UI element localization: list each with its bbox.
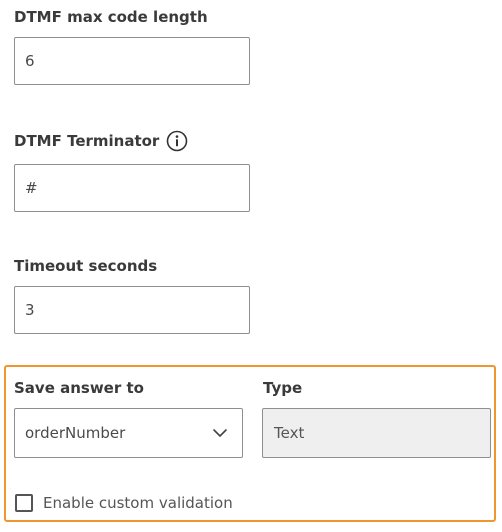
type-label: Type	[263, 379, 303, 397]
save-answer-selected-value: orderNumber	[25, 424, 126, 442]
custom-validation-checkbox[interactable]	[15, 494, 33, 512]
timeout-seconds-input[interactable]	[14, 286, 250, 334]
dtmf-terminator-input[interactable]	[14, 164, 250, 212]
info-icon[interactable]	[166, 130, 188, 152]
dtmf-terminator-label: DTMF Terminator	[14, 132, 160, 150]
type-value: Text	[274, 424, 305, 442]
type-readonly-field: Text	[262, 408, 491, 458]
dtmf-max-code-length-label: DTMF max code length	[14, 8, 208, 26]
save-answer-select[interactable]: orderNumber	[14, 408, 243, 458]
save-answer-label: Save answer to	[14, 379, 144, 397]
custom-validation-label[interactable]: Enable custom validation	[43, 493, 233, 513]
dtmf-max-code-length-input[interactable]	[14, 37, 250, 85]
timeout-seconds-label: Timeout seconds	[14, 257, 158, 275]
chevron-down-icon	[213, 429, 227, 437]
